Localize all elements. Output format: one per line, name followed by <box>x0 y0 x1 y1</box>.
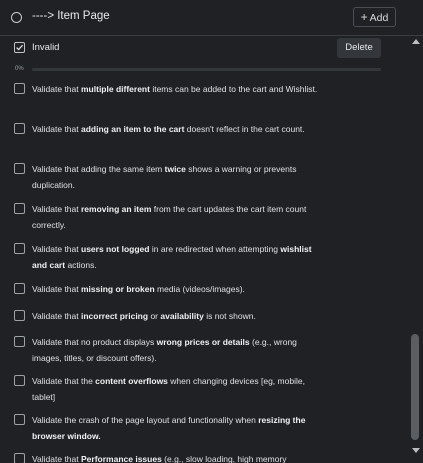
checklist-items: Validate that multiple different items c… <box>0 76 408 463</box>
unchecked-checkbox-icon[interactable] <box>14 83 25 94</box>
checklist-item-text[interactable]: Validate that the content overflows when… <box>32 373 322 405</box>
card-header: ----> Item Page + Add <box>0 0 423 36</box>
bold-text: missing or broken <box>81 284 155 294</box>
bold-text: adding an item to the cart <box>81 124 185 134</box>
text-segment: Validate that <box>32 284 81 294</box>
text-segment: items can be added to the cart and Wishl… <box>149 84 318 94</box>
bold-text: content overflows <box>95 376 168 386</box>
checklist-panel: ----> Item Page + Add Invalid Delete 0% V… <box>0 0 423 463</box>
unchecked-checkbox-icon[interactable] <box>14 283 25 294</box>
checklist-header: Invalid Delete <box>0 37 410 59</box>
bold-text: removing an item <box>81 204 152 214</box>
text-segment: Validate that <box>32 311 81 321</box>
scroll-down-arrow-icon[interactable] <box>412 448 420 453</box>
checklist-item-text[interactable]: Validate that Performance issues (e.g., … <box>32 451 322 463</box>
unchecked-checkbox-icon[interactable] <box>14 243 25 254</box>
text-segment: (e.g., slow loading, high memory <box>161 454 287 463</box>
checklist-item-text[interactable]: Validate that users not logged in are re… <box>32 241 322 273</box>
text-segment: actions. <box>65 260 97 270</box>
progress-percent: 0% <box>15 66 24 72</box>
text-segment: Validate that <box>32 124 81 134</box>
plus-icon: + <box>360 10 368 24</box>
checklist-item-text[interactable]: Validate that multiple different items c… <box>32 81 322 97</box>
unchecked-checkbox-icon[interactable] <box>14 123 25 134</box>
bold-text: twice <box>164 164 186 174</box>
text-segment: Validate that <box>32 204 81 214</box>
unchecked-checkbox-icon[interactable] <box>14 375 25 386</box>
text-segment: or <box>148 311 161 321</box>
text-segment: is not shown. <box>203 311 256 321</box>
add-button[interactable]: + Add <box>353 7 396 27</box>
unchecked-checkbox-icon[interactable] <box>14 336 25 347</box>
text-segment: Validate that the <box>32 376 96 386</box>
text-segment: in are redirected when attempting <box>149 244 281 254</box>
checklist-item-text[interactable]: Validate that no product displays wrong … <box>32 334 322 366</box>
checklist-item-text[interactable]: Validate that adding the same item twice… <box>32 161 322 193</box>
unchecked-checkbox-icon[interactable] <box>14 414 25 425</box>
scrollbar[interactable] <box>408 37 423 463</box>
checklist-title[interactable]: Invalid <box>32 42 59 53</box>
bold-text: wrong prices or details <box>156 337 250 347</box>
text-segment: Validate the crash of the page layout an… <box>32 415 259 425</box>
bold-text: incorrect pricing <box>81 311 149 321</box>
text-segment: Validate that adding the same item <box>32 164 165 174</box>
scroll-up-arrow-icon[interactable] <box>412 39 420 44</box>
scrollbar-thumb[interactable] <box>411 334 419 440</box>
text-segment: Validate that <box>32 454 81 463</box>
add-button-label: Add <box>369 12 389 24</box>
checklist-item-text[interactable]: Validate that missing or broken media (v… <box>32 281 322 297</box>
text-segment: doesn't reflect in the cart count. <box>184 124 305 134</box>
delete-button[interactable]: Delete <box>337 38 381 58</box>
text-segment: Validate that <box>32 244 81 254</box>
text-segment: Validate that <box>32 84 81 94</box>
checklist-item-text[interactable]: Validate that adding an item to the cart… <box>32 121 322 137</box>
checklist-item-text[interactable]: Validate that removing an item from the … <box>32 201 322 233</box>
checklist-item-text[interactable]: Validate that incorrect pricing or avail… <box>32 308 322 324</box>
page-title: ----> Item Page <box>32 10 110 22</box>
unchecked-checkbox-icon[interactable] <box>14 310 25 321</box>
checklist-item-text[interactable]: Validate the crash of the page layout an… <box>32 412 322 444</box>
unchecked-checkbox-icon[interactable] <box>14 203 25 214</box>
checked-checkbox-icon[interactable] <box>14 42 25 53</box>
unchecked-checkbox-icon[interactable] <box>14 163 25 174</box>
bold-text: availability <box>160 311 204 321</box>
bold-text: Performance issues <box>81 454 162 463</box>
unchecked-checkbox-icon[interactable] <box>14 453 25 463</box>
text-segment: media (videos/images). <box>154 284 245 294</box>
bold-text: multiple different <box>81 84 150 94</box>
text-segment: Validate that no product displays <box>32 337 157 347</box>
progress-bar <box>32 68 381 71</box>
circle-status-icon[interactable] <box>11 12 22 23</box>
bold-text: users not logged <box>81 244 150 254</box>
